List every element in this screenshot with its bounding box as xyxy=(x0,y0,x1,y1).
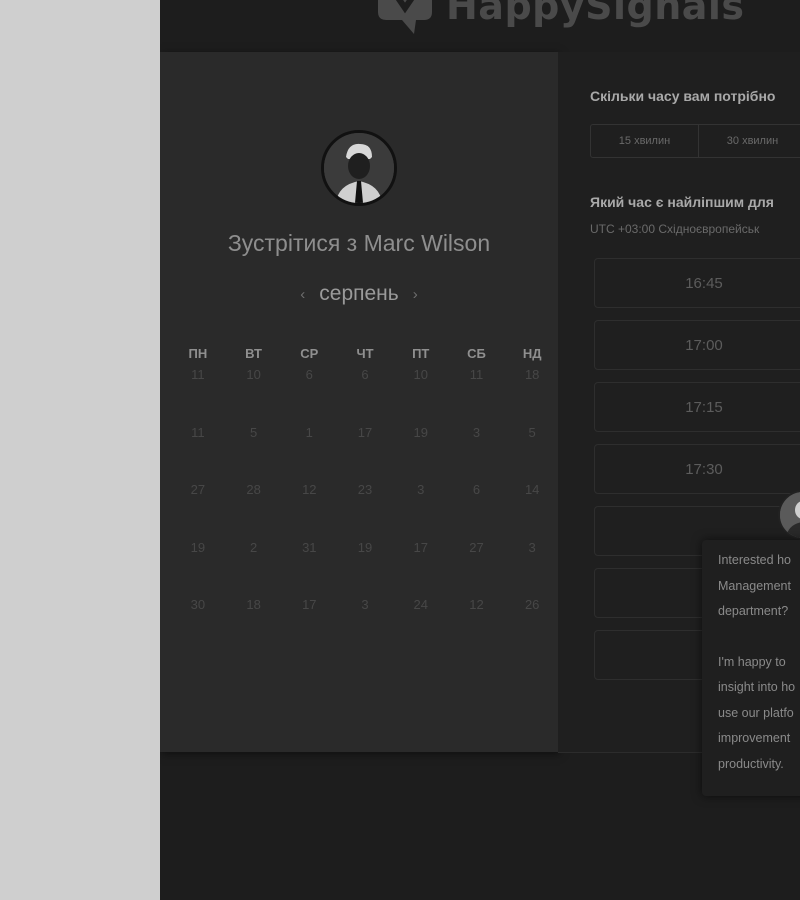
calendar-day: 27 xyxy=(469,539,484,555)
calendar-day: 18 xyxy=(524,367,540,382)
weekday-label: ВТ xyxy=(245,346,262,361)
duration-selector: 15 хвилин 30 хвилин xyxy=(590,124,800,158)
left-background xyxy=(0,0,160,900)
meet-title: Зустрітися з Marc Wilson xyxy=(227,230,491,256)
calendar-day: 24 xyxy=(413,597,428,612)
calendar-day: 14 xyxy=(524,482,540,497)
speech-bubble-logo-icon xyxy=(372,0,438,34)
chat-message-paragraph: I'm happy to insight into ho use our pla… xyxy=(718,654,796,771)
duration-option-30[interactable]: 30 хвилин xyxy=(699,125,800,157)
calendar-day: 3 xyxy=(417,482,425,497)
calendar-grid: ПН ВТ СР ЧТ ПТ СБ НД 11 10 6 6 10 11 18 … xyxy=(170,346,560,654)
calendar-day: 6 xyxy=(361,367,369,382)
calendar-day: 31 xyxy=(302,539,317,555)
time-slot[interactable]: 17:15 xyxy=(594,382,800,432)
weekday-label: ПТ xyxy=(412,346,430,361)
host-avatar xyxy=(321,130,397,206)
host-calendar-panel: Зустрітися з Marc Wilson ‹ серпень › ПН … xyxy=(160,52,558,752)
weekday-label: ПН xyxy=(188,346,208,361)
weekday-label: ЧТ xyxy=(356,346,374,361)
calendar-week: 11 10 6 6 10 11 18 xyxy=(170,366,560,424)
brand-logo: HappySignals xyxy=(372,0,745,34)
calendar-day: 1 xyxy=(305,424,313,440)
calendar-day: 18 xyxy=(246,597,261,612)
calendar-day: 11 xyxy=(469,367,484,382)
calendar-day: 3 xyxy=(361,597,369,612)
calendar-day: 28 xyxy=(246,482,261,497)
calendar-week: 19 2 31 19 17 27 3 xyxy=(170,539,560,597)
calendar-day: 6 xyxy=(305,367,313,382)
weekday-label: НД xyxy=(522,346,542,361)
scheduler-app: HappySignals Зустрітися з Marc Wilson ‹ … xyxy=(160,0,800,900)
prev-month-icon[interactable]: ‹ xyxy=(300,286,305,303)
calendar-day: 2 xyxy=(249,539,258,555)
calendar-day: 10 xyxy=(246,367,261,382)
next-month-icon[interactable]: › xyxy=(413,286,418,303)
header: HappySignals xyxy=(160,0,800,52)
chat-message-paragraph: Interested ho Management department? xyxy=(718,553,791,618)
calendar-week: 30 18 17 3 24 12 26 xyxy=(170,596,560,654)
chat-message-bubble[interactable]: Interested ho Management department? I'm… xyxy=(702,540,800,796)
calendar-day: 26 xyxy=(524,597,540,612)
calendar-week: 11 5 1 17 19 3 5 xyxy=(170,424,560,482)
current-month: серпень xyxy=(319,282,399,305)
calendar-day: 23 xyxy=(357,482,373,497)
calendar-day: 30 xyxy=(190,597,206,612)
calendar-day: 3 xyxy=(528,539,536,555)
time-slot[interactable]: 17:30 xyxy=(594,444,800,494)
calendar-week: 27 28 12 23 3 6 14 xyxy=(170,481,560,539)
calendar-day: 6 xyxy=(472,482,481,497)
calendar-day: 19 xyxy=(357,539,373,555)
time-slot[interactable]: 16:45 xyxy=(594,258,800,308)
duration-question: Скільки часу вам потрібно xyxy=(590,88,776,104)
calendar-day: 17 xyxy=(357,424,373,440)
timezone-label[interactable]: UTC +03:00 Східноєвропейськ xyxy=(590,222,759,236)
calendar-day: 17 xyxy=(413,539,428,555)
brand-name: HappySignals xyxy=(446,0,745,28)
calendar-day: 3 xyxy=(472,424,481,440)
calendar-day: 19 xyxy=(190,539,206,555)
time-slot[interactable]: 17:00 xyxy=(594,320,800,370)
duration-option-15[interactable]: 15 хвилин xyxy=(591,125,699,157)
calendar-day: 11 xyxy=(191,424,205,440)
calendar-day: 5 xyxy=(528,424,536,440)
time-question: Який час є найліпшим для xyxy=(590,194,774,210)
weekday-label: СР xyxy=(300,346,319,361)
weekday-header-row: ПН ВТ СР ЧТ ПТ СБ НД xyxy=(170,346,560,366)
weekday-label: СБ xyxy=(467,346,486,361)
calendar-day: 17 xyxy=(302,597,317,612)
calendar-day: 5 xyxy=(249,424,258,440)
calendar-day: 11 xyxy=(191,367,205,382)
calendar-day: 19 xyxy=(413,424,428,440)
month-navigation: ‹ серпень › xyxy=(160,282,558,306)
calendar-day: 10 xyxy=(413,367,428,382)
calendar-day: 12 xyxy=(302,482,317,497)
calendar-day: 27 xyxy=(190,482,206,497)
calendar-day: 12 xyxy=(469,597,484,612)
